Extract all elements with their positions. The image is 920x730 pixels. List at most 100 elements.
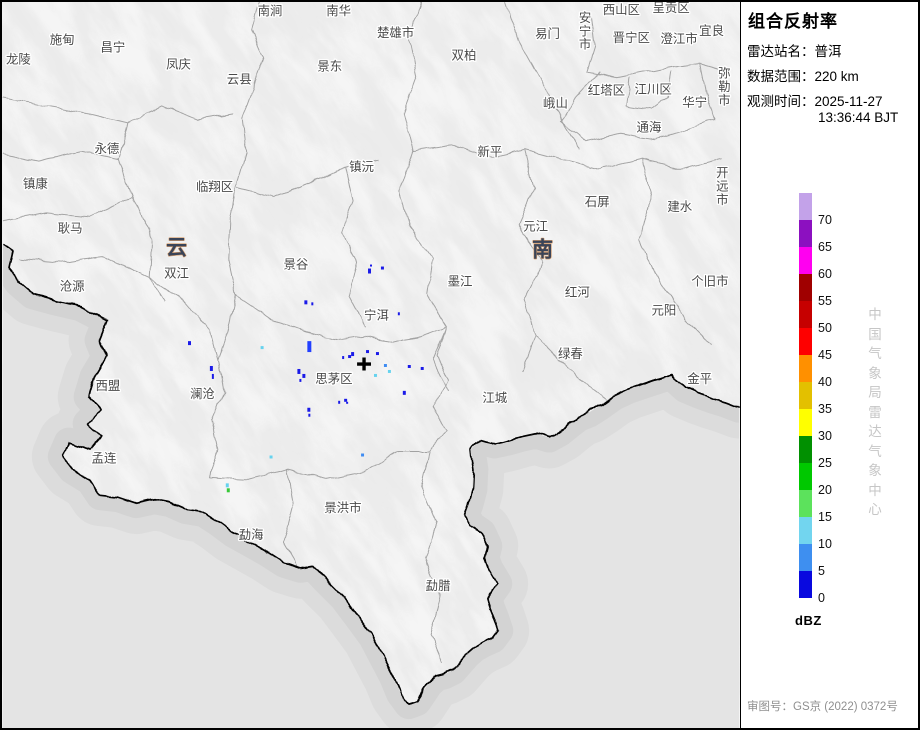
place-label: 晋宁区 xyxy=(613,30,650,45)
place-label: 永德 xyxy=(95,141,120,156)
range-row: 数据范围：220 km xyxy=(747,65,859,85)
echo-pixel xyxy=(368,269,371,274)
product-title: 组合反射率 xyxy=(748,7,838,32)
range-value: 220 km xyxy=(815,69,859,84)
place-label: 红河 xyxy=(565,284,590,299)
place-label: 元江 xyxy=(523,220,548,234)
place-label: 弥勒市 xyxy=(718,66,730,108)
echo-pixel xyxy=(304,300,307,304)
place-label: 澄江市 xyxy=(660,31,697,46)
place-label: 个旧市 xyxy=(691,273,728,288)
legend-swatch xyxy=(799,193,812,220)
legend-swatch xyxy=(799,328,812,355)
place-label: 华宁 xyxy=(682,94,707,109)
place-label: 镇沅 xyxy=(349,160,374,174)
echo-pixel xyxy=(188,341,191,345)
legend-value: 70 xyxy=(818,214,852,226)
place-label: 开远市 xyxy=(716,166,728,207)
place-label: 孟连 xyxy=(92,450,117,465)
info-panel: 组合反射率 雷达站名：普洱 数据范围：220 km 观测时间：2025-11-2… xyxy=(740,2,918,728)
place-label: 龙陵 xyxy=(6,53,31,67)
legend-swatch xyxy=(799,490,812,517)
legend-swatch xyxy=(799,544,812,571)
place-label: 景东 xyxy=(317,60,342,74)
echo-pixel xyxy=(227,488,230,492)
place-label: 南涧 xyxy=(258,3,283,18)
echo-pixel xyxy=(366,350,369,353)
echo-pixel xyxy=(384,364,387,367)
legend-swatch xyxy=(799,301,812,328)
place-label: 峨山 xyxy=(543,96,568,110)
place-label: 通海 xyxy=(637,119,662,134)
place-label: 江城 xyxy=(482,391,507,405)
obs-date-value: 2025-11-27 xyxy=(815,94,883,109)
station-label: 雷达站名： xyxy=(747,40,815,60)
place-label: 昌宁 xyxy=(100,40,125,55)
echo-pixel xyxy=(388,370,391,373)
place-label: 建水 xyxy=(667,200,692,214)
place-label: 景谷 xyxy=(283,258,308,272)
place-label: 耿马 xyxy=(58,222,83,236)
place-label: 易门 xyxy=(535,26,560,41)
legend-value: 20 xyxy=(818,484,852,496)
place-label: 墨江 xyxy=(448,274,473,288)
place-label: 西山区 xyxy=(603,3,640,17)
place-label: 思茅区 xyxy=(315,372,352,386)
legend-value: 60 xyxy=(818,268,852,280)
obs-time-row: 观测时间：2025-11-27 xyxy=(747,90,883,110)
echo-pixel xyxy=(403,391,406,395)
legend-value: 15 xyxy=(818,511,852,523)
place-label: 勐腊 xyxy=(426,579,451,593)
legend-swatch xyxy=(799,247,812,274)
map-license-number: 审图号：GS京 (2022) 0372号 xyxy=(747,698,898,714)
radar-map: 龙陵施甸昌宁凤庆云县永德镇康南涧南华楚雄市双柏景东易门安宁市西山区呈贡区晋宁区澄… xyxy=(2,2,740,728)
echo-pixel xyxy=(344,399,347,402)
station-value: 普洱 xyxy=(815,40,842,60)
echo-pixel xyxy=(226,483,229,487)
echo-pixel xyxy=(398,312,400,315)
legend-swatch xyxy=(799,409,812,436)
echo-pixel xyxy=(297,369,300,374)
legend-swatch xyxy=(799,571,812,598)
place-label: 云县 xyxy=(227,73,252,87)
legend-value: 30 xyxy=(818,430,852,442)
place-label: 南华 xyxy=(326,3,351,18)
obs-time-label: 观测时间： xyxy=(747,90,815,110)
place-label: 沧源 xyxy=(60,278,85,293)
echo-pixel xyxy=(351,352,354,356)
legend-value: 65 xyxy=(818,241,852,253)
echo-pixel xyxy=(374,374,377,377)
echo-pixel xyxy=(311,302,313,305)
place-label: 金平 xyxy=(687,371,712,386)
place-label: 楚雄市 xyxy=(377,25,414,40)
dbz-color-legend: 7065605550454035302520151050 xyxy=(799,193,899,613)
place-label: 绿春 xyxy=(558,346,583,361)
echo-pixel xyxy=(307,341,311,352)
echo-pixel xyxy=(338,401,340,404)
echo-pixel xyxy=(370,265,372,267)
legend-swatch xyxy=(799,382,812,409)
legend-value: 10 xyxy=(818,538,852,550)
legend-swatch xyxy=(799,463,812,490)
echo-pixel xyxy=(421,367,424,370)
echo-pixel xyxy=(299,379,301,382)
place-label: 石屏 xyxy=(585,195,610,209)
echo-pixel xyxy=(346,402,348,404)
legend-value: 0 xyxy=(818,592,852,604)
radar-map-canvas: 龙陵施甸昌宁凤庆云县永德镇康南涧南华楚雄市双柏景东易门安宁市西山区呈贡区晋宁区澄… xyxy=(2,2,740,728)
place-label: 勐海 xyxy=(239,527,264,542)
place-label: 双柏 xyxy=(452,48,477,63)
echo-pixel xyxy=(302,374,305,378)
echo-pixel xyxy=(376,352,379,355)
legend-swatch xyxy=(799,517,812,544)
station-row: 雷达站名：普洱 xyxy=(747,40,842,60)
echo-pixel xyxy=(210,366,213,371)
place-label: 施甸 xyxy=(50,33,75,47)
echo-pixel xyxy=(342,356,344,359)
place-label: 西盟 xyxy=(96,379,121,393)
legend-swatch xyxy=(799,355,812,382)
legend-value: 25 xyxy=(818,457,852,469)
obs-clock-value: 13:36:44 BJT xyxy=(818,110,898,125)
legend-swatch xyxy=(799,274,812,301)
place-label: 临翔区 xyxy=(196,180,233,194)
